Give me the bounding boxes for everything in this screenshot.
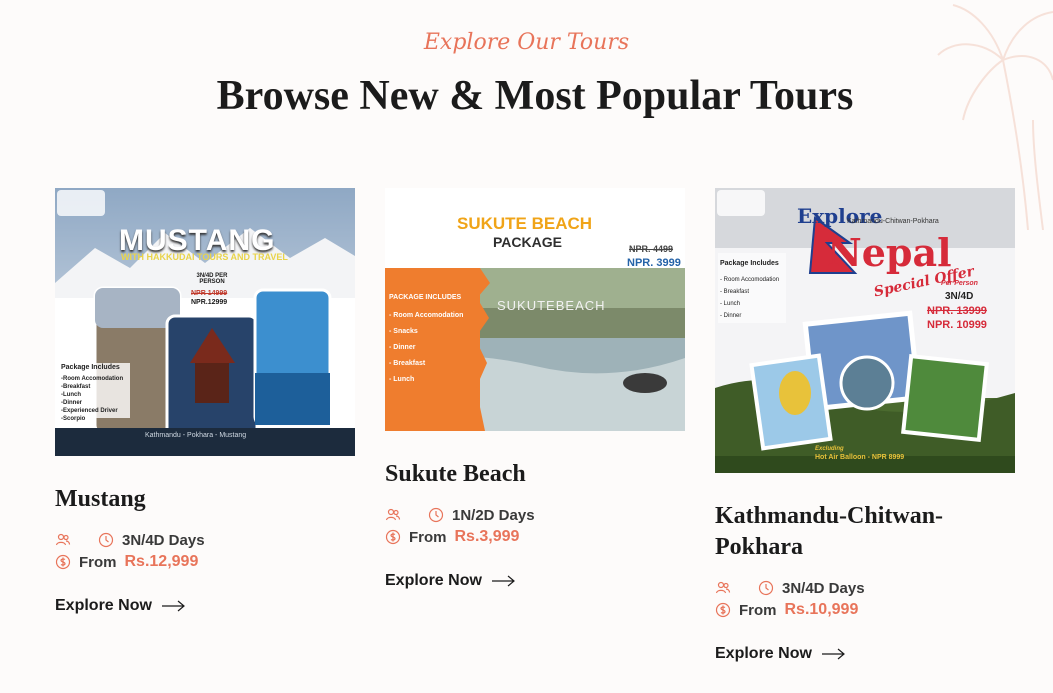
tour-title[interactable]: Kathmandu-Chitwan-Pokhara [715,501,1015,563]
poster-headline: SUKUTE BEACH [457,214,593,233]
explore-now-link[interactable]: Explore Now [385,572,685,590]
price-icon [55,554,71,570]
poster-includes-title: Package Includes [61,364,120,371]
tour-image-sukute-beach[interactable]: SUKUTE BEACH PACKAGE NPR. 4499 NPR. 3999… [385,188,685,431]
tour-duration: 3N/4D Days [122,531,205,549]
poster-duration: 3N/4D PER PERSON [196,273,228,285]
poster-nights: 3N/4D [945,291,974,302]
tour-price: Rs.3,999 [454,528,520,545]
poster-per-person: Per Person [941,280,978,287]
poster-old-price: NPR. 13999 [927,305,987,317]
from-label: From [739,601,777,619]
tour-duration: 3N/4D Days [782,579,865,597]
poster-new-price: NPR. 3999 [627,257,681,269]
explore-now-link[interactable]: Explore Now [55,597,355,615]
poster-old-price: NPR. 4499 [629,244,674,254]
users-icon [55,532,71,548]
price-icon [715,602,731,618]
clock-icon [428,507,444,523]
explore-now-link[interactable]: Explore Now [715,645,1015,663]
arrow-right-icon [821,648,845,660]
tour-card-mustang: MUSTANG WITH HAKKUDAI TOURS AND TRAVEL 3… [55,188,355,615]
from-label: From [79,553,117,571]
price-icon [385,529,401,545]
tour-title[interactable]: Mustang [55,484,355,515]
poster-includes-list: - Room Accomodation - Snacks - Dinner - … [389,312,464,383]
poster-tagline: WITH HAKKUDAI TOURS AND TRAVEL [121,252,288,262]
explore-now-label: Explore Now [715,645,812,662]
tour-duration: 1N/2D Days [452,506,535,524]
poster-country: Nepal [827,230,952,275]
poster-old-price: NPR 14999 [191,290,228,297]
poster-excluding: Excluding [815,446,844,452]
company-logo [717,190,765,216]
poster-includes-list: -Room Accomodation -Breakfast -Lunch -Di… [61,376,124,422]
poster-subheadline: PACKAGE [493,234,562,250]
explore-now-label: Explore Now [55,597,152,614]
arrow-right-icon [161,600,185,612]
company-logo [387,190,435,216]
explore-now-label: Explore Now [385,572,482,589]
tour-title[interactable]: Sukute Beach [385,459,685,490]
poster-includes-list: - Room Accomodation - Breakfast - Lunch … [720,277,780,319]
tour-image-mustang[interactable]: MUSTANG WITH HAKKUDAI TOURS AND TRAVEL 3… [55,188,355,456]
poster-includes-title: PACKAGE INCLUDES [389,294,462,301]
tour-card-kathmandu-chitwan-pokhara: Explore Kathmandu-Chitwan-Pokhara Nepal … [715,188,1015,663]
clock-icon [98,532,114,548]
users-icon [385,507,401,523]
poster-includes-title: Package Includes [720,260,779,267]
poster-sign: SUKUTEBEACH [497,298,606,313]
clock-icon [758,580,774,596]
section-title: Browse New & Most Popular Tours [216,73,854,119]
from-label: From [409,528,447,546]
poster-footer: Kathmandu - Pokhara - Mustang [145,432,247,439]
users-icon [715,580,731,596]
poster-route: Kathmandu-Chitwan-Pokhara [847,218,939,225]
tour-price: Rs.12,999 [124,553,199,570]
poster-extra: Hot Air Balloon - NPR 8999 [815,454,905,461]
tour-card-sukute-beach: SUKUTE BEACH PACKAGE NPR. 4499 NPR. 3999… [385,188,685,590]
section-subtitle: Explore Our Tours [423,30,630,55]
arrow-right-icon [491,575,515,587]
tour-price: Rs.10,999 [784,601,859,618]
tour-image-kathmandu-chitwan-pokhara[interactable]: Explore Kathmandu-Chitwan-Pokhara Nepal … [715,188,1015,473]
poster-new-price: NPR.12999 [191,299,228,306]
poster-new-price: NPR. 10999 [927,319,987,331]
company-logo [57,190,105,216]
